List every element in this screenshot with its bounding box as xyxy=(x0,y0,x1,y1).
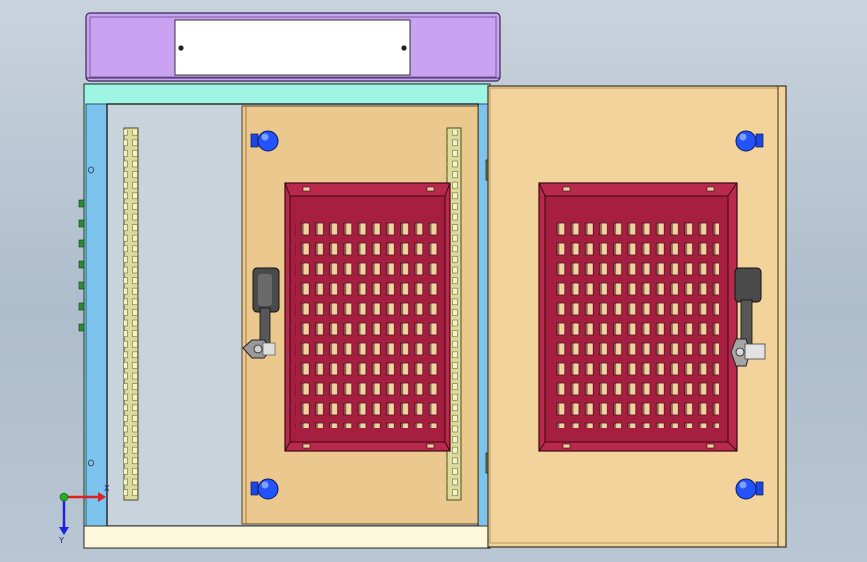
label-plate xyxy=(174,19,411,76)
axis-x-label: X xyxy=(104,484,110,493)
side-panel-fasteners xyxy=(78,199,85,332)
vent-grille-door xyxy=(538,182,738,452)
vent-grille-cabinet xyxy=(284,182,451,452)
cad-viewport[interactable]: X Y xyxy=(0,0,867,562)
din-rail-left xyxy=(123,127,139,501)
axis-y-label: Y xyxy=(58,536,64,545)
